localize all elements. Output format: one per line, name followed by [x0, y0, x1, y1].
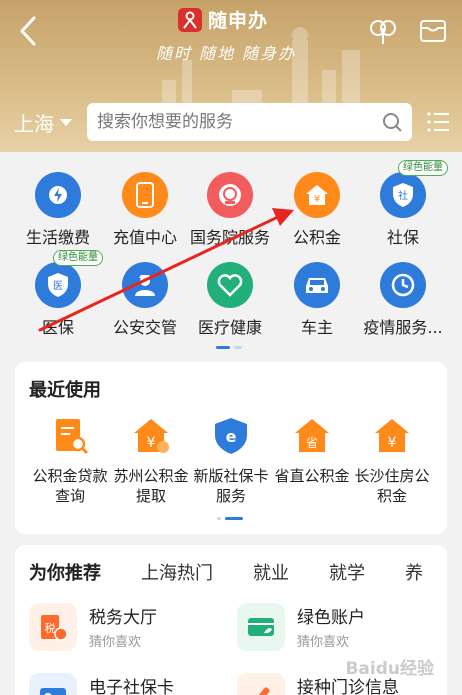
recent-label: 长沙住房公 积金	[354, 467, 430, 505]
recent-item[interactable]: ¥ 长沙住房公 积金	[349, 414, 435, 506]
house-yuan-icon: ¥	[294, 172, 340, 218]
recommend-tabs: 为你推荐 上海热门 就业 就学 养	[29, 559, 462, 585]
page-dot-active	[225, 517, 243, 520]
tree-icon[interactable]	[368, 16, 398, 46]
tab-for-you[interactable]: 为你推荐	[29, 559, 101, 585]
e-shield-icon: e	[209, 414, 253, 458]
emblem-icon	[207, 172, 253, 218]
recommend-name: 税务大厅	[89, 608, 157, 628]
recent-label: 新版社保卡 服务	[193, 467, 269, 505]
city-selector[interactable]: 上海	[14, 108, 72, 137]
recommend-item[interactable]: 电子社保卡	[29, 673, 174, 695]
brand: 随申办	[178, 6, 268, 33]
tab-elderly[interactable]: 养	[405, 559, 423, 585]
service-label: 国务院服务	[189, 228, 270, 247]
brand-name: 随申办	[208, 10, 269, 32]
caret-down-icon	[60, 119, 72, 126]
service-item[interactable]: 医疗健康	[185, 262, 275, 338]
page-indicator	[216, 346, 242, 349]
svg-text:医: 医	[53, 280, 63, 292]
recommend-sub: 猜你喜欢	[297, 635, 350, 650]
shield-medical-icon: 绿色能量 医	[35, 250, 103, 308]
tab-shanghai-hot[interactable]: 上海热门	[141, 559, 213, 585]
service-item[interactable]: 充值中心	[100, 172, 190, 248]
service-item[interactable]: 公安交管	[100, 262, 190, 338]
service-label: 疫情服务...	[363, 318, 443, 337]
svg-text:e: e	[226, 427, 237, 446]
recent-label: 省直公积金	[274, 467, 350, 485]
recent-item[interactable]: ¥ 苏州公积金 提取	[108, 414, 194, 506]
search-icon[interactable]	[382, 112, 402, 132]
green-energy-badge: 绿色能量	[53, 250, 103, 266]
green-energy-badge: 绿色能量	[398, 160, 448, 176]
wallet-icon[interactable]	[418, 16, 448, 46]
phone-icon	[122, 172, 168, 218]
tab-education[interactable]: 就学	[329, 559, 365, 585]
watermark: Baidu经验	[345, 659, 434, 679]
house-sheng-icon: 省	[290, 414, 334, 458]
recommend-sub: 猜你喜欢	[89, 635, 142, 650]
doc-search-icon	[48, 414, 92, 458]
back-icon[interactable]	[14, 14, 42, 48]
recommend-name: 绿色账户	[297, 608, 365, 628]
service-label: 医疗健康	[197, 318, 262, 337]
slogan: 随时 随地 随身办	[156, 44, 297, 63]
id-card-icon	[29, 673, 77, 695]
page-dot	[217, 517, 221, 520]
service-item[interactable]: ¥ 公积金	[272, 172, 362, 248]
page-dot	[234, 346, 242, 349]
service-label: 车主	[300, 318, 333, 337]
city-name: 上海	[14, 112, 54, 136]
police-icon	[122, 262, 168, 308]
recent-item[interactable]: 省 省直公积金	[269, 414, 355, 486]
tab-employment[interactable]: 就业	[253, 559, 289, 585]
service-item[interactable]: 生活缴费	[13, 172, 103, 248]
recent-card: 最近使用 公积金贷款 查询 ¥ 苏州公积金 提取 e 新版社保卡 服务 省 省直公积金…	[15, 362, 447, 534]
car-icon	[294, 262, 340, 308]
search-bar[interactable]	[87, 103, 412, 141]
service-label: 医保	[41, 318, 74, 337]
svg-text:¥: ¥	[147, 435, 156, 451]
page-indicator	[217, 517, 243, 520]
tax-icon: 税	[29, 603, 77, 651]
card-leaf-icon	[237, 603, 285, 651]
shield-icon: 绿色能量 社	[380, 160, 448, 218]
recent-title: 最近使用	[29, 380, 101, 401]
service-item[interactable]: 绿色能量 社 社保	[358, 160, 448, 248]
service-label: 生活缴费	[25, 228, 90, 247]
service-item[interactable]: 疫情服务...	[358, 262, 448, 338]
recommend-name: 电子社保卡	[89, 678, 174, 695]
service-label: 公积金	[292, 228, 341, 247]
service-label: 社保	[386, 228, 419, 247]
house-yuan-icon: ¥	[370, 414, 414, 458]
menu-icon[interactable]	[426, 110, 450, 134]
lightning-icon	[35, 172, 81, 218]
recent-item[interactable]: 公积金贷款 查询	[27, 414, 113, 506]
service-item[interactable]: 国务院服务	[185, 172, 275, 248]
svg-text:¥: ¥	[314, 194, 320, 205]
services-grid: 生活缴费 充值中心 国务院服务 ¥ 公积金 绿色能量 社 社保 绿色能量 医 医…	[0, 152, 462, 360]
service-label: 公安交管	[112, 318, 177, 337]
service-item[interactable]: 车主	[272, 262, 362, 338]
svg-text:¥: ¥	[388, 435, 397, 451]
recent-label: 苏州公积金 提取	[113, 467, 189, 505]
recent-label: 公积金贷款 查询	[32, 467, 108, 505]
svg-text:社: 社	[398, 189, 408, 202]
brand-logo-icon	[178, 7, 202, 32]
recommend-item[interactable]: 绿色账户 猜你喜欢	[237, 603, 365, 651]
header-banner: 随申办 随时 随地 随身办 上海	[0, 0, 462, 152]
house-yuan-icon: ¥	[129, 414, 173, 458]
recommend-item[interactable]: 税 税务大厅 猜你喜欢	[29, 603, 157, 651]
page-dot-active	[216, 346, 230, 349]
service-label: 充值中心	[112, 228, 177, 247]
service-item[interactable]: 绿色能量 医 医保	[13, 250, 103, 338]
vaccine-icon	[237, 673, 285, 695]
recent-item[interactable]: e 新版社保卡 服务	[188, 414, 274, 506]
clock-icon	[380, 262, 426, 308]
search-input[interactable]	[97, 112, 367, 132]
heart-icon	[207, 262, 253, 308]
svg-text:税: 税	[45, 621, 56, 635]
svg-text:省: 省	[306, 436, 318, 450]
